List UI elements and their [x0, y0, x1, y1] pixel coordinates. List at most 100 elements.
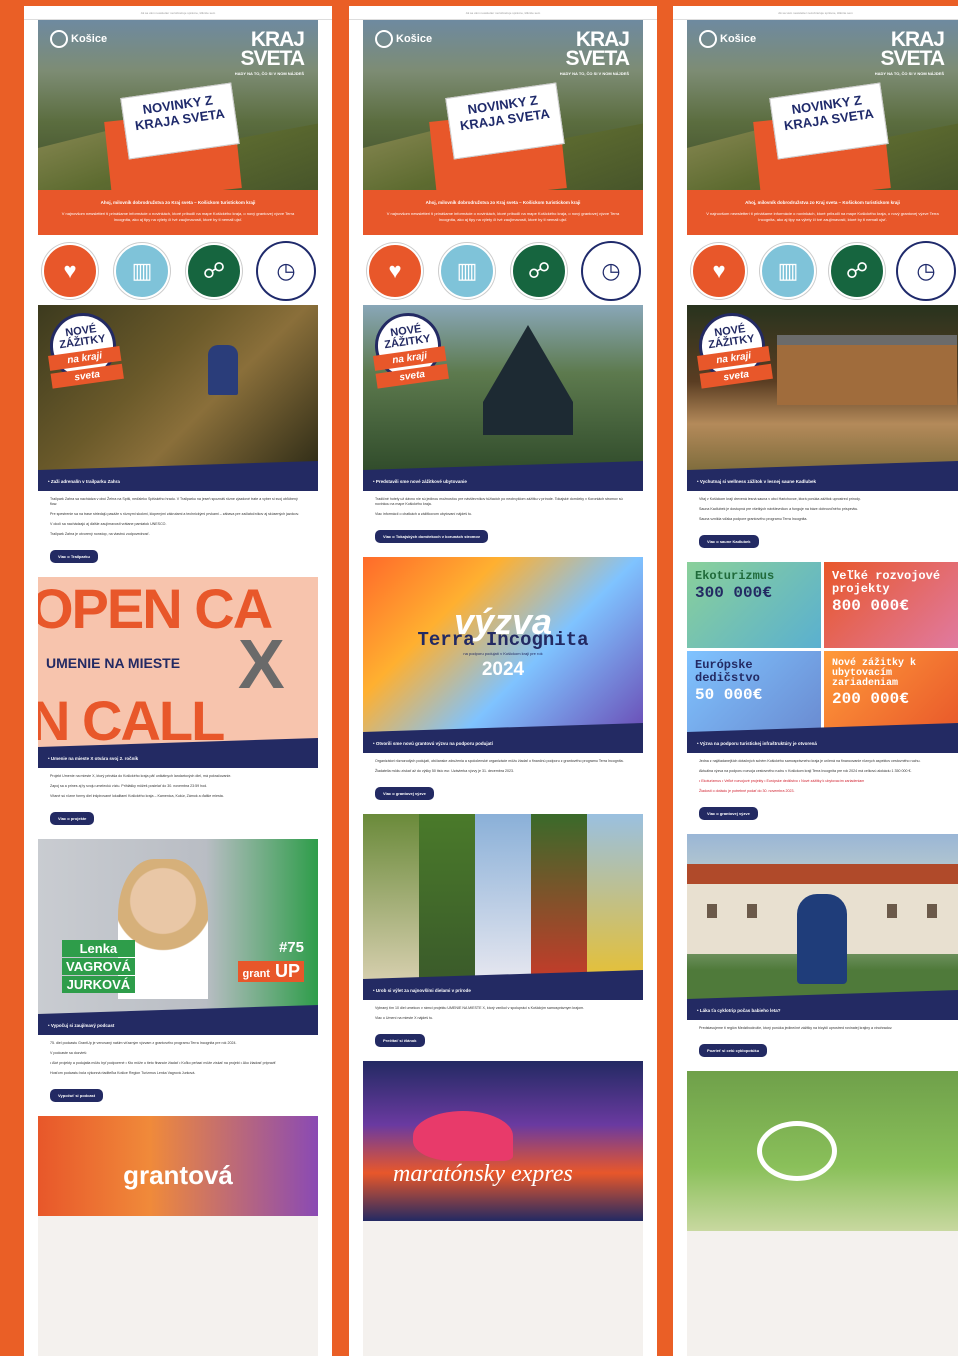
paragraph: Žiadatelia môžu získať až do výšky 50 ti…	[375, 769, 514, 773]
kraj-sveta-logo: KRAJ SVETA HADY NA TO, ČO SI V NOM NÁJDEŠ	[560, 29, 630, 76]
hero-header: Košice KRAJ SVETA HADY NA TO, ČO SI V NOM …	[38, 20, 318, 190]
tile-amount: 50 000€	[695, 686, 763, 704]
paragraph: Vybraný tím 10 diel umelcov v rámci proj…	[375, 1006, 585, 1010]
grant-button[interactable]: Viac o grantovej výzve	[375, 787, 434, 800]
umenie-na-mieste-text: UMENIE NA MIESTE	[46, 655, 181, 671]
article-diela: • Urob si výlet za najnovšími dielami v …	[363, 814, 643, 1061]
grantova-graphic: grantová	[38, 1116, 318, 1216]
banner-text: V najnovšom newsletteri ti prinášame inf…	[61, 211, 295, 222]
name-line3: JURKOVÁ	[62, 976, 135, 993]
climber-icon[interactable]: ☍	[186, 243, 242, 299]
paragraph: Jedna z najžiadanejších dotačných schém …	[699, 759, 921, 763]
terra-incognita-title: Terra Incognita	[417, 629, 589, 651]
preheader[interactable]: Ak sa vám newsletter nezobrazuje správne…	[673, 6, 958, 20]
climber-icon[interactable]: ☍	[511, 243, 567, 299]
clock-icon[interactable]: ◷	[258, 243, 314, 299]
trailpark-button[interactable]: Viac o Trailparku	[50, 550, 98, 563]
artwork-photo	[363, 814, 419, 984]
paragraph: Vitaj v Košickom kraji drevená lesná sau…	[699, 497, 861, 501]
open-call-graphic: OPEN CA UMENIE NA MIESTE X N CALL	[38, 577, 318, 752]
kosice-logo[interactable]: Košice	[375, 30, 432, 48]
cyklotrasa-button[interactable]: Pozrieť si celú cyklopotúku	[699, 1044, 768, 1057]
kraj-sveta-logo: KRAJ SVETA HADY NA TO, ČO SI V NOM NÁJDEŠ	[875, 29, 945, 76]
clock-icon[interactable]: ◷	[583, 243, 639, 299]
hero-header: Košice KRAJ SVETA HADY NA TO, ČO SI V NOM …	[363, 20, 643, 190]
kraj-line2: SVETA	[565, 47, 630, 70]
kosice-logo[interactable]: Košice	[699, 30, 756, 48]
climber-icon[interactable]: ☍	[829, 243, 885, 299]
open-call-text: OPEN CA	[38, 577, 273, 640]
clanok-button[interactable]: Prečítať si článok	[375, 1034, 425, 1047]
stone-pillar-icon[interactable]: ▥	[760, 243, 816, 299]
kosice-logo-icon	[699, 30, 717, 48]
preheader[interactable]: Ak sa vám newsletter nezobrazuje správne…	[349, 6, 657, 20]
paragraph: Viac o Umení na mieste X nájdeš tu.	[375, 1016, 434, 1020]
clock-icon[interactable]: ◷	[898, 243, 954, 299]
kosice-logo[interactable]: Košice	[50, 30, 107, 48]
article-sauna: NOVÉ ZÁŽITKY na kraji sveta • Vychutnaj si …	[687, 305, 958, 562]
heart-mountain-icon[interactable]: ♥	[367, 243, 423, 299]
paragraph: 75. diel podcastu GrantUp je venovaný na…	[50, 1041, 237, 1045]
banner-text: V najnovšom newsletteri ti prinášame inf…	[386, 211, 620, 222]
preheader[interactable]: Ak sa vám newsletter nezobrazuje správne…	[24, 6, 332, 20]
heart-mountain-icon[interactable]: ♥	[691, 243, 747, 299]
projekt-button[interactable]: Viac o projekte	[50, 812, 95, 825]
paragraph: Predstavujeme ti región Medzibodrožie, k…	[699, 1026, 893, 1030]
banner-title: Ahoj, milovník dobrodružstva zo Kraj sve…	[425, 200, 581, 205]
kraj-sveta-logo: KRAJ SVETA HADY NA TO, ČO SI V NOM NÁJDEŠ	[235, 29, 305, 76]
grant-tile-rozvojove: Veľké rozvojové projekty 800 000€	[824, 562, 958, 648]
paragraph: Pre spestrenie sa na trase striedajú pas…	[50, 512, 300, 516]
article-text: Trailpark Zahra sa nachádza v obci Žehra…	[38, 491, 318, 544]
meadow-photo	[687, 1071, 958, 1231]
heart-mountain-icon[interactable]: ♥	[42, 243, 98, 299]
logo-text: Košice	[71, 33, 108, 45]
intro-banner: Ahoj, milovník dobrodružstva zo Kraj sve…	[38, 190, 318, 235]
marathon-title: maratónsky expres	[393, 1161, 573, 1187]
up-word: UP	[274, 961, 300, 981]
window	[747, 904, 757, 918]
hero-header: Košice KRAJ SVETA HADY NA TO, ČO SI V NOM …	[687, 20, 958, 190]
x-symbol: X	[238, 625, 285, 703]
category-icons: ♥ ▥ ☍ ◷	[38, 235, 318, 305]
tree-cabin	[483, 325, 573, 435]
nove-zazitky-badge: NOVÉ ZÁŽITKY na kraji sveta	[45, 308, 124, 389]
biker	[208, 345, 238, 395]
name-line2: VAGROVÁ	[62, 958, 135, 975]
grant-tile-ekoturizmus: Ekoturizmus 300 000€	[687, 562, 821, 648]
grant-button[interactable]: Viac o grantovej výzve	[699, 807, 758, 820]
paragraph: Viac informácií o chatkách a zážitkovom …	[375, 512, 473, 516]
tile-amount: 300 000€	[695, 584, 772, 602]
intro-banner: Ahoj, milovník dobrodružstva zo Kraj sve…	[687, 190, 958, 235]
nove-zazitky-badge: NOVÉ ZÁŽITKY na kraji sveta	[370, 308, 449, 389]
category-list[interactable]: • Ekoturizmus • Veľké rozvojové projekty…	[699, 779, 946, 784]
artwork-photo	[531, 814, 587, 984]
domceky-button[interactable]: Viac o Tokajských domčekoch v korunách s…	[375, 530, 488, 543]
paragraph: Sauna Kadlubek je dostupná pre všetkých …	[699, 507, 859, 511]
podcast-button[interactable]: Vypočuť si podcast	[50, 1089, 104, 1102]
wooden-sauna	[777, 335, 957, 405]
stone-pillar-icon[interactable]: ▥	[439, 243, 495, 299]
kraj-line2: SVETA	[240, 47, 305, 70]
logo-text: Košice	[720, 33, 757, 45]
newsletter-body: Košice KRAJ SVETA HADY NA TO, ČO SI V NOM …	[363, 20, 643, 1356]
article-text: Jedna z najžiadanejších dotačných schém …	[687, 753, 958, 801]
artwork-photo	[419, 814, 475, 984]
stone-pillar-icon[interactable]: ▥	[114, 243, 170, 299]
article-ubytovanie: NOVÉ ZÁŽITKY na kraji sveta • Predstavili s…	[363, 305, 643, 557]
kraj-line2: SVETA	[880, 47, 945, 70]
grant-tile-dedicstvo: Európske dedičstvo 50 000€	[687, 651, 821, 737]
paragraph: Vítané sú rôzne formy diel inšpirované l…	[50, 794, 224, 798]
artwork-photo	[475, 814, 531, 984]
tile-title: Európske dedičstvo	[695, 658, 760, 685]
sauna-button[interactable]: Viac o saune Kadlubek	[699, 535, 759, 548]
terra-incognita-graphic: výzva Terra Incognita na podporu podujat…	[363, 557, 643, 737]
newsletter-column-3: Ak sa vám newsletter nezobrazuje správne…	[673, 6, 958, 1356]
newsletter-column-1: Ak sa vám newsletter nezobrazuje správne…	[24, 6, 332, 1356]
castle-cyclist-photo	[687, 834, 958, 1004]
artwork-collage	[363, 814, 643, 984]
newsletter-column-2: Ak sa vám newsletter nezobrazuje správne…	[349, 6, 657, 1356]
deadline: Žiadosti o dotáciu je potrebné podať do …	[699, 789, 795, 793]
grant-word: grant	[242, 968, 270, 980]
article-vyzva: výzva Terra Incognita na podporu podujat…	[363, 557, 643, 814]
category-icons: ♥ ▥ ☍ ◷	[363, 235, 643, 305]
